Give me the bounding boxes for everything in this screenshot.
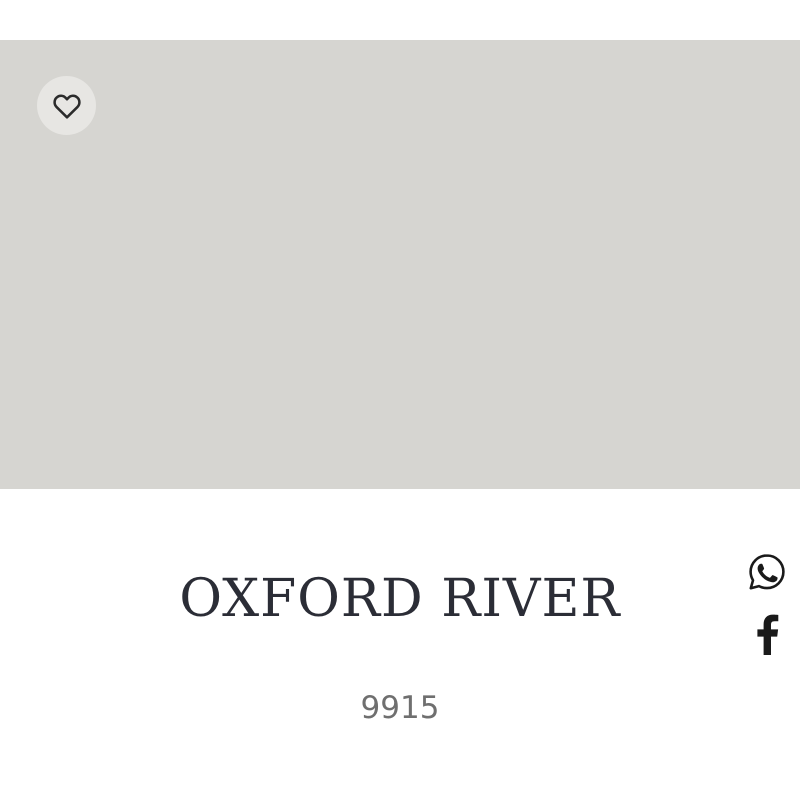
heart-icon: [51, 90, 83, 122]
favorite-button[interactable]: [37, 76, 96, 135]
facebook-share-button[interactable]: [744, 611, 790, 657]
whatsapp-icon: [747, 552, 787, 592]
facebook-icon: [754, 613, 780, 655]
product-page: OXFORD RIVER 9915: [0, 0, 800, 800]
color-name: OXFORD RIVER: [179, 569, 621, 629]
color-code: 9915: [360, 690, 440, 726]
whatsapp-share-button[interactable]: [744, 549, 790, 595]
color-swatch: [0, 40, 800, 489]
